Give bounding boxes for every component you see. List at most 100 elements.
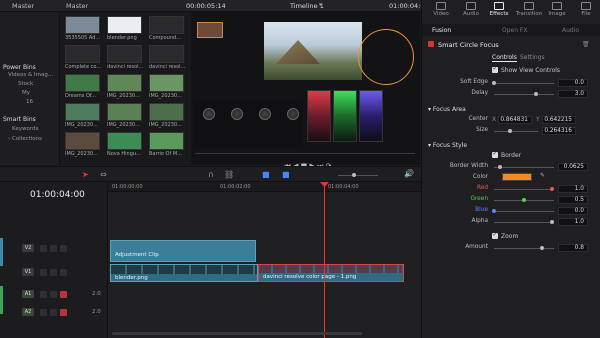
subtab-fusion[interactable]: Fusion — [432, 27, 451, 34]
trim-tool-icon[interactable]: ⇔ — [100, 170, 107, 179]
clip-thumbnail[interactable] — [107, 74, 142, 92]
bin-item[interactable]: My — [22, 90, 30, 96]
node-thumbnail[interactable] — [197, 22, 223, 38]
clip-thumbnail[interactable] — [65, 16, 100, 34]
bin-item[interactable]: 16 — [26, 99, 33, 105]
size-knob[interactable] — [508, 129, 512, 133]
tab-controls[interactable]: Controls — [492, 54, 517, 62]
timeline-scrollbar[interactable] — [112, 332, 362, 335]
clip-thumbnail[interactable] — [107, 45, 142, 63]
border-width-value[interactable]: 0.0625 — [558, 163, 588, 171]
green-knob[interactable] — [522, 198, 526, 202]
zoom-checkbox[interactable] — [492, 231, 498, 239]
speaker-icon[interactable]: 🔊 — [404, 169, 414, 178]
effect-enable-toggle[interactable] — [428, 41, 434, 47]
color-wheel-icon[interactable] — [287, 108, 299, 120]
track-toggle-button[interactable] — [60, 268, 67, 276]
clip-thumbnail[interactable] — [149, 16, 184, 34]
eyedropper-icon[interactable]: ✎ — [540, 172, 545, 179]
red-knob[interactable] — [550, 187, 554, 191]
timeline-area[interactable]: 01:00:00:00 01:00:02:00 01:00:04:00 Adju… — [108, 182, 421, 338]
flag-icon[interactable]: ■ — [262, 170, 270, 179]
blue-value[interactable]: 0.0 — [558, 207, 588, 215]
alpha-knob[interactable] — [550, 220, 554, 224]
color-wheel-icon[interactable] — [203, 108, 215, 120]
subtab-openfx[interactable]: Open FX — [502, 27, 528, 34]
tab-image[interactable]: Image — [543, 2, 571, 17]
zoom-slider[interactable] — [338, 175, 378, 176]
bin-item[interactable]: Stock — [18, 81, 33, 87]
playhead[interactable] — [324, 182, 325, 338]
focus-style-heading[interactable]: ▾ Focus Style — [428, 142, 467, 149]
alpha-value[interactable]: 1.0 — [558, 218, 588, 226]
clip-thumbnail[interactable] — [107, 16, 142, 34]
blender-clip[interactable]: blender.png — [110, 264, 258, 282]
show-view-controls-checkbox[interactable] — [492, 65, 498, 73]
smart-bin-item[interactable]: › Collections — [8, 136, 42, 142]
tab-transition[interactable]: Transition — [515, 2, 543, 17]
amount-slider[interactable] — [494, 248, 554, 249]
track-toggle-button[interactable] — [60, 290, 67, 298]
link-icon[interactable]: ⛓ — [224, 170, 234, 179]
clip-thumbnail[interactable] — [149, 45, 184, 63]
center-y-value[interactable]: 0.642215 — [542, 116, 576, 124]
zoom-knob[interactable] — [352, 173, 356, 177]
color-swatch[interactable] — [502, 173, 532, 181]
track-toggle-button[interactable] — [50, 244, 57, 252]
border-width-knob[interactable] — [498, 165, 502, 169]
tab-video[interactable]: Video — [427, 2, 455, 17]
selection-tool-icon[interactable]: ➤ — [82, 170, 89, 179]
trash-icon[interactable]: 🗑 — [582, 41, 590, 48]
soft-edge-knob[interactable] — [492, 81, 496, 85]
green-value[interactable]: 0.5 — [558, 196, 588, 204]
delay-knob[interactable] — [534, 92, 538, 96]
clip-thumbnail[interactable] — [65, 45, 100, 63]
track-toggle-button[interactable] — [40, 268, 47, 276]
color-wheel-icon[interactable] — [259, 108, 271, 120]
alpha-slider[interactable] — [494, 222, 554, 223]
delay-value[interactable]: 3.0 — [558, 90, 588, 98]
tab-file[interactable]: File — [572, 2, 600, 17]
red-slider[interactable] — [494, 189, 554, 190]
amount-value[interactable]: 0.8 — [558, 244, 588, 252]
red-value[interactable]: 1.0 — [558, 185, 588, 193]
snap-icon[interactable]: ∩ — [208, 170, 214, 179]
davinci-clip[interactable]: davinci resolve color page - 1.png — [258, 264, 404, 282]
clip-thumbnail[interactable] — [107, 132, 142, 150]
clip-thumbnail[interactable] — [65, 132, 100, 150]
clip-thumbnail[interactable] — [65, 103, 100, 121]
track-toggle-button[interactable] — [50, 268, 57, 276]
soft-edge-slider[interactable] — [494, 83, 554, 84]
marker-icon[interactable]: ■ — [282, 170, 290, 179]
clip-thumbnail[interactable] — [149, 103, 184, 121]
border-checkbox[interactable] — [492, 150, 498, 158]
size-slider[interactable] — [494, 131, 538, 132]
track-toggle-button[interactable] — [40, 308, 47, 316]
blue-slider[interactable] — [494, 211, 554, 212]
clip-thumbnail[interactable] — [149, 132, 184, 150]
color-wheel-icon[interactable] — [231, 108, 243, 120]
blue-knob[interactable] — [492, 209, 496, 213]
clip-thumbnail[interactable] — [65, 74, 100, 92]
clip-thumbnail[interactable] — [149, 74, 184, 92]
track-toggle-button[interactable] — [60, 244, 67, 252]
tab-effects[interactable]: Effects — [485, 2, 513, 17]
bin-item[interactable]: Videos & Imag... — [8, 72, 53, 78]
focus-circle-overlay[interactable] — [358, 29, 414, 85]
track-toggle-button[interactable] — [50, 308, 57, 316]
scrub-bar[interactable] — [195, 153, 415, 154]
tab-audio[interactable]: Audio — [457, 2, 485, 17]
smart-bin-item[interactable]: Keywords — [12, 126, 38, 132]
clip-thumbnail[interactable] — [107, 103, 142, 121]
amount-knob[interactable] — [540, 246, 544, 250]
soft-edge-value[interactable]: 0.0 — [558, 79, 588, 87]
track-toggle-button[interactable] — [50, 290, 57, 298]
delay-slider[interactable] — [494, 94, 554, 95]
track-toggle-button[interactable] — [60, 308, 67, 316]
chevron-down-icon[interactable]: ▾ — [319, 2, 322, 8]
track-toggle-button[interactable] — [40, 244, 47, 252]
border-width-slider[interactable] — [494, 167, 554, 168]
adjustment-clip[interactable]: Adjustment Clip — [110, 240, 256, 262]
tab-settings[interactable]: Settings — [520, 54, 545, 61]
focus-area-heading[interactable]: ▾ Focus Area — [428, 106, 466, 113]
